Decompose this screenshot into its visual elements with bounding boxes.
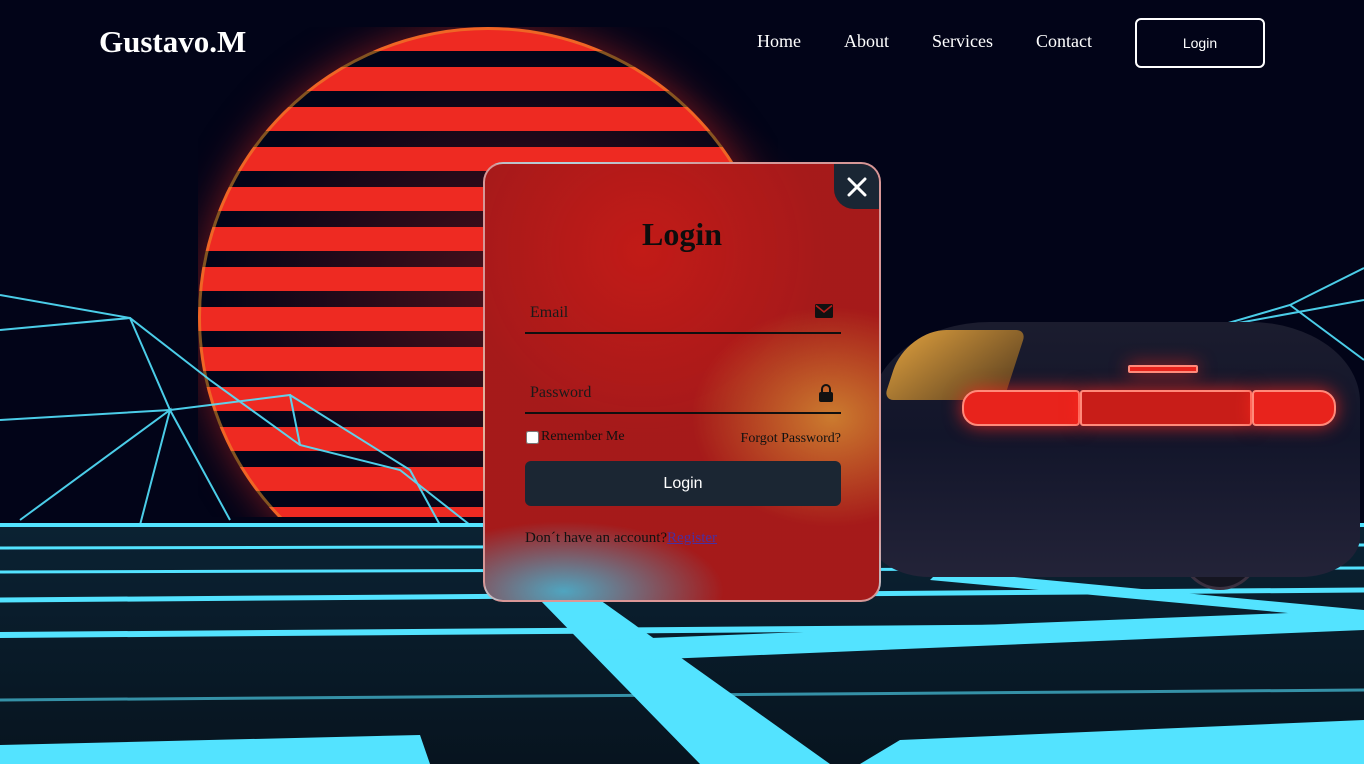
password-input[interactable] bbox=[525, 372, 812, 414]
center-tail-light bbox=[1080, 390, 1252, 426]
remember-me-checkbox[interactable] bbox=[526, 430, 539, 444]
right-tail-light bbox=[1252, 390, 1336, 426]
mail-icon bbox=[815, 304, 833, 323]
nav-services[interactable]: Services bbox=[932, 31, 993, 52]
brake-light bbox=[1128, 365, 1198, 373]
remember-me-label: Remember Me bbox=[541, 429, 625, 444]
modal-title: Login bbox=[641, 216, 723, 252]
options-row: Remember Me Forgot Password? bbox=[525, 429, 841, 449]
remember-me[interactable]: Remember Me bbox=[525, 429, 625, 445]
left-tail-light bbox=[962, 390, 1080, 426]
no-account-text: Don´t have an account? bbox=[525, 530, 668, 546]
login-modal: Login Remember Me Forgot Password? Login… bbox=[483, 162, 881, 602]
email-input[interactable] bbox=[525, 292, 812, 334]
password-field-wrapper bbox=[525, 372, 841, 414]
nav-home[interactable]: Home bbox=[757, 31, 801, 52]
register-row: Don´t have an account?Register bbox=[525, 530, 717, 547]
email-field-wrapper bbox=[525, 292, 841, 334]
close-icon bbox=[847, 177, 866, 196]
nav-contact[interactable]: Contact bbox=[1036, 31, 1092, 52]
lock-icon bbox=[819, 384, 833, 407]
register-link[interactable]: Register bbox=[667, 530, 717, 546]
close-button[interactable] bbox=[834, 164, 879, 209]
nav-about[interactable]: About bbox=[844, 31, 889, 52]
forgot-password-link[interactable]: Forgot Password? bbox=[741, 431, 841, 447]
submit-login-button[interactable]: Login bbox=[525, 461, 841, 506]
brand-logo[interactable]: Gustavo.M bbox=[99, 24, 246, 60]
main-nav: Home About Services Contact bbox=[757, 31, 1092, 52]
header-login-button[interactable]: Login bbox=[1135, 18, 1265, 68]
